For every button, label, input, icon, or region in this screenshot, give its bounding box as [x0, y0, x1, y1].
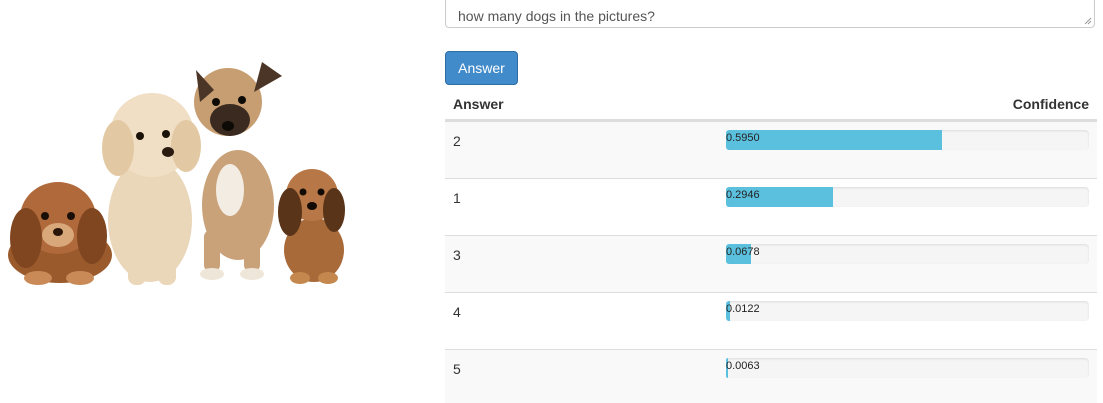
puppy-small-dachshund	[278, 169, 345, 284]
confidence-value: 0.0063	[726, 360, 760, 372]
confidence-bar: 0.5950	[726, 130, 1089, 150]
table-row: 2 0.5950	[445, 121, 1097, 178]
answer-button[interactable]: Answer	[445, 51, 518, 85]
answer-value: 5	[453, 361, 461, 377]
puppy-brown-spaniel	[8, 182, 112, 285]
puppies-image	[0, 40, 370, 300]
answer-value: 4	[453, 304, 461, 320]
confidence-value: 0.5950	[726, 132, 760, 144]
confidence-value: 0.0122	[726, 303, 760, 315]
answer-column-header: Answer	[453, 96, 504, 112]
question-text: how many dogs in the pictures?	[458, 8, 655, 24]
results-table-header: Answer Confidence	[445, 87, 1097, 121]
table-row: 5 0.0063	[445, 349, 1097, 403]
confidence-bar: 0.2946	[726, 187, 1089, 207]
vqa-demo-page: how many dogs in the pictures? Answer An…	[0, 0, 1103, 403]
answer-value: 3	[453, 247, 461, 263]
puppies-illustration	[8, 62, 345, 285]
answer-value: 1	[453, 190, 461, 206]
table-row: 3 0.0678	[445, 235, 1097, 292]
question-textarea[interactable]: how many dogs in the pictures?	[445, 0, 1095, 28]
puppy-tan-shepherd	[194, 62, 282, 280]
table-row: 4 0.0122	[445, 292, 1097, 349]
table-row: 1 0.2946	[445, 178, 1097, 235]
confidence-bar: 0.0122	[726, 301, 1089, 321]
results-table: Answer Confidence 2 0.5950 1 0.2946 3 0.…	[445, 87, 1097, 403]
confidence-value: 0.0678	[726, 246, 760, 258]
confidence-value: 0.2946	[726, 189, 760, 201]
confidence-column-header: Confidence	[1012, 96, 1089, 112]
answer-value: 2	[453, 133, 461, 149]
confidence-bar: 0.0678	[726, 244, 1089, 264]
confidence-bar: 0.0063	[726, 358, 1089, 378]
resize-grip-icon[interactable]	[1084, 17, 1092, 25]
puppy-cream-poodle	[102, 93, 201, 285]
qa-panel: how many dogs in the pictures? Answer An…	[445, 0, 1097, 403]
